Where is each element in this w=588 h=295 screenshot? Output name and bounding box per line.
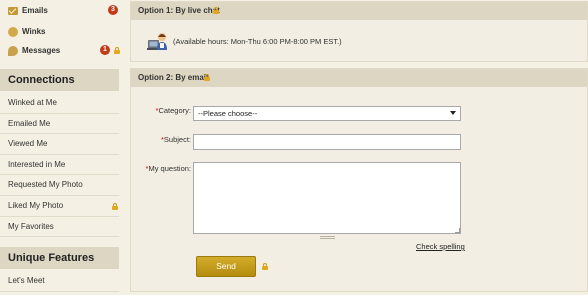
lock-icon (112, 202, 118, 210)
subject-input[interactable] (193, 134, 461, 150)
sidebar-item-label: Interested in Me (8, 159, 66, 169)
live-chat-agent-icon[interactable] (147, 31, 169, 51)
sidebar-item-label: Messages (22, 46, 61, 55)
textarea-resize-handle[interactable] (455, 228, 460, 233)
sidebar-item-label: Viewed Me (8, 139, 48, 149)
check-spelling-link[interactable]: Check spelling (416, 242, 465, 251)
dropdown-arrow-icon (450, 111, 456, 115)
panel-title: Option 1: By live chat (138, 6, 220, 15)
lock-icon (204, 74, 210, 81)
lock-icon (213, 7, 219, 14)
features-list: Let's Meet (0, 271, 119, 292)
unique-features-heading: Unique Features (0, 247, 119, 269)
connections-heading: Connections (0, 69, 119, 91)
chat-hours-text: (Available hours: Mon-Thu 6:00 PM-8:00 P… (173, 37, 342, 46)
sidebar: Emails 3 Winks Messages 1 Connections Wi… (0, 0, 120, 295)
live-chat-panel: Option 1: By live chat (Available hours:… (130, 1, 588, 62)
page: Emails 3 Winks Messages 1 Connections Wi… (0, 0, 588, 295)
sidebar-item-lets-meet[interactable]: Let's Meet (0, 271, 119, 292)
question-textarea[interactable] (193, 162, 461, 234)
send-button[interactable]: Send (196, 256, 256, 277)
sidebar-item-winked-at-me[interactable]: Winked at Me (0, 93, 119, 114)
sidebar-item-emailed-me[interactable]: Emailed Me (0, 114, 119, 135)
sidebar-item-liked-my-photo[interactable]: Liked My Photo (0, 196, 119, 217)
sidebar-item-label: My Favorites (8, 221, 54, 231)
sidebar-item-requested-my-photo[interactable]: Requested My Photo (0, 175, 119, 196)
live-chat-heading: Option 1: By live chat (131, 2, 587, 20)
sidebar-item-label: Winked at Me (8, 98, 57, 107)
email-heading: Option 2: By email (131, 69, 587, 87)
sidebar-item-label: Emails (22, 6, 48, 15)
live-chat-body: (Available hours: Mon-Thu 6:00 PM-8:00 P… (131, 20, 587, 62)
sidebar-item-label: Requested My Photo (8, 180, 83, 190)
chat-bubble-icon (8, 45, 18, 56)
sidebar-item-label: Emailed Me (8, 118, 51, 128)
category-selected-value: --Please choose-- (198, 109, 258, 118)
sidebar-item-messages[interactable]: Messages 1 (0, 40, 120, 61)
sidebar-item-viewed-me[interactable]: Viewed Me (0, 134, 119, 155)
lock-icon (262, 263, 268, 270)
lock-icon (114, 47, 120, 54)
email-panel: Option 2: By email *Category: --Please c… (130, 68, 588, 292)
sidebar-item-label: Liked My Photo (8, 200, 64, 210)
unread-count-badge: 1 (100, 45, 110, 55)
question-label: *My question: (145, 164, 191, 173)
sidebar-item-interested-in-me[interactable]: Interested in Me (0, 155, 119, 176)
subject-label: *Subject: (160, 135, 191, 144)
category-label: *Category: (155, 106, 191, 115)
sidebar-item-label: Let's Meet (8, 276, 45, 285)
envelope-icon (8, 6, 18, 15)
sidebar-item-label: Winks (22, 27, 46, 36)
smiley-icon (8, 26, 18, 37)
category-select[interactable]: --Please choose-- (193, 106, 461, 121)
unread-count-badge: 3 (108, 5, 118, 15)
connections-list: Winked at Me Emailed Me Viewed Me Intere… (0, 93, 119, 238)
panel-title: Option 2: By email (138, 73, 209, 82)
textarea-grip-handle[interactable] (320, 236, 335, 239)
sidebar-item-my-favorites[interactable]: My Favorites (0, 217, 119, 238)
sidebar-item-emails[interactable]: Emails 3 (0, 0, 119, 21)
sidebar-item-winks[interactable]: Winks (0, 21, 119, 42)
contact-support-main: Option 1: By live chat (Available hours:… (130, 0, 588, 295)
